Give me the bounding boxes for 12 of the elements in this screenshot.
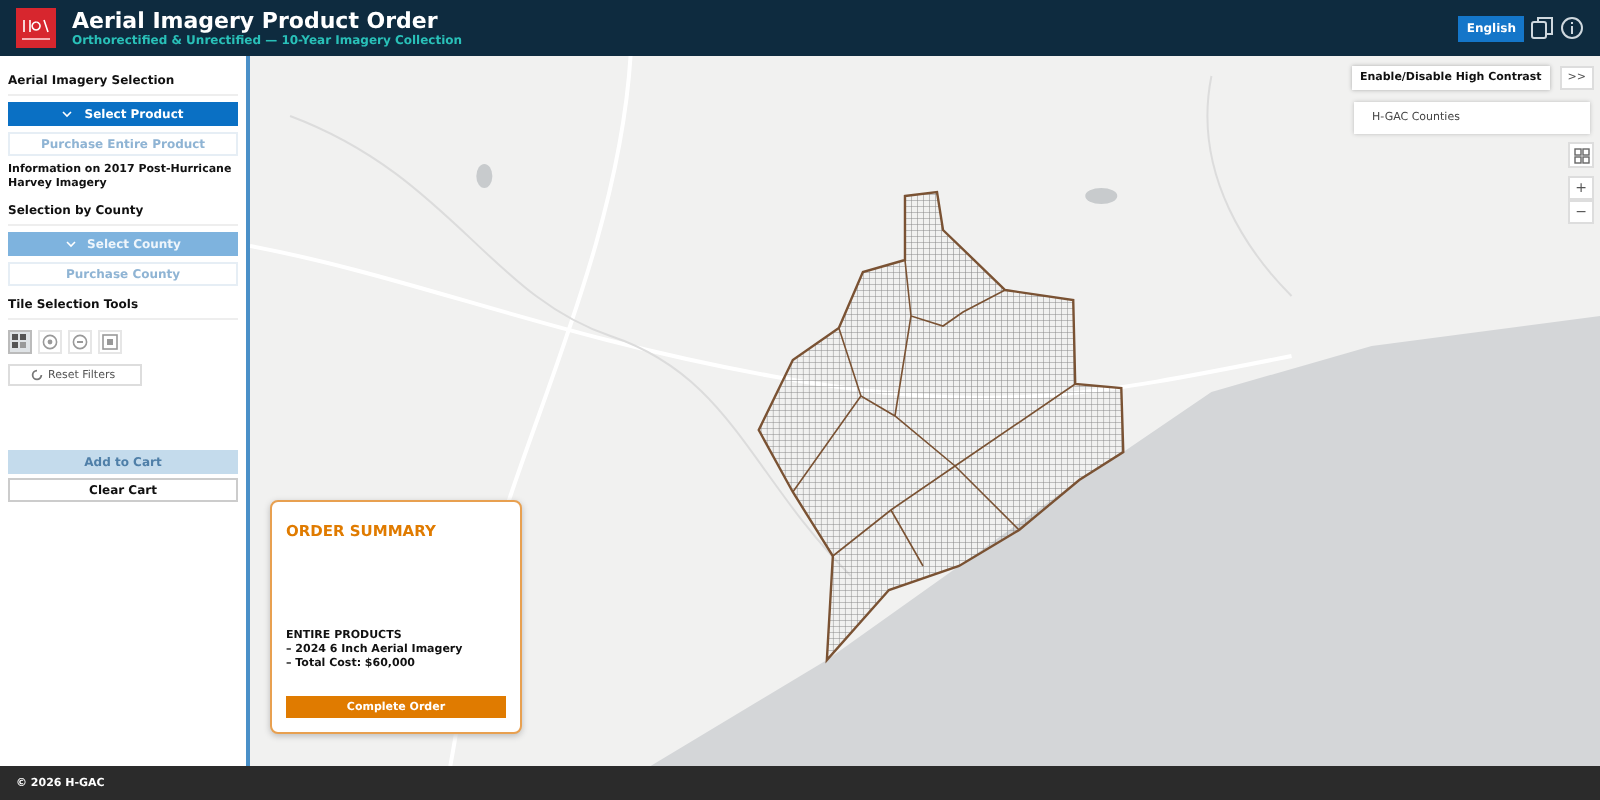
chevron-down-icon	[62, 109, 73, 118]
copy-icon[interactable]	[1530, 16, 1554, 40]
extent-tool-icon[interactable]	[98, 330, 122, 354]
basemap-button[interactable]	[1568, 142, 1594, 168]
info-icon[interactable]	[1560, 16, 1584, 40]
logo-icon	[16, 8, 56, 48]
app-title: Aerial Imagery Product Order	[72, 7, 440, 33]
add-tool-icon[interactable]	[38, 330, 62, 354]
remove-tool-icon[interactable]	[68, 330, 92, 354]
grid-tool-icon[interactable]	[8, 330, 32, 354]
chevron-down-icon	[65, 239, 76, 248]
refresh-icon	[30, 368, 44, 382]
